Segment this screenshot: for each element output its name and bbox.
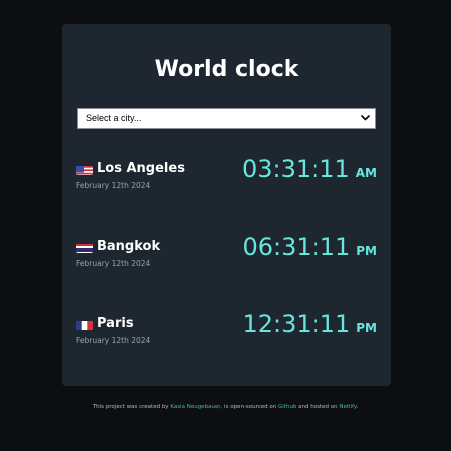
thailand-flag-icon: [76, 241, 93, 253]
city-date: February 12th 2024: [76, 181, 151, 190]
chevron-down-icon: [361, 115, 370, 121]
city-row-bangkok: Bangkok February 12th 2024 06:31:11 PM: [76, 233, 377, 286]
footer-text: .: [356, 404, 359, 410]
clock-card: World clock Select a city... Los Angeles…: [62, 24, 391, 386]
city-row-paris: Paris February 12th 2024 12:31:11 PM: [76, 310, 377, 363]
page-title: World clock: [154, 57, 299, 82]
city-select[interactable]: Select a city...: [77, 108, 376, 129]
time-ampm: PM: [356, 244, 377, 258]
us-flag-icon: [76, 163, 93, 175]
github-link[interactable]: Github: [278, 404, 296, 410]
time-digits: 03:31:11: [241, 155, 350, 183]
city-name: Paris: [97, 316, 134, 331]
footer-text: , is open-sourced on: [220, 404, 279, 410]
city-row-los-angeles: Los Angeles February 12th 2024 03:31:11 A…: [76, 155, 377, 208]
netlify-link[interactable]: Netlify: [339, 404, 356, 410]
time-digits: 12:31:11: [242, 310, 351, 338]
city-time: 12:31:11 PM: [242, 308, 377, 340]
footer-text: and hosted on: [296, 404, 340, 410]
time-digits: 06:31:11: [242, 233, 351, 261]
city-time: 06:31:11 PM: [242, 231, 377, 263]
city-date: February 12th 2024: [76, 259, 151, 268]
time-ampm: AM: [355, 166, 377, 180]
city-time: 03:31:11 AM: [242, 153, 377, 185]
footer-text: This project was created by: [92, 404, 171, 410]
time-ampm: PM: [356, 321, 377, 335]
author-link[interactable]: Kasia Neugebauer: [170, 404, 220, 410]
city-date: February 12th 2024: [76, 336, 151, 345]
city-select-value: Select a city...: [86, 113, 142, 123]
city-name: Los Angeles: [97, 161, 185, 176]
city-name: Bangkok: [97, 239, 161, 254]
footer: This project was created by Kasia Neugeb…: [0, 402, 451, 412]
france-flag-icon: [76, 318, 93, 330]
